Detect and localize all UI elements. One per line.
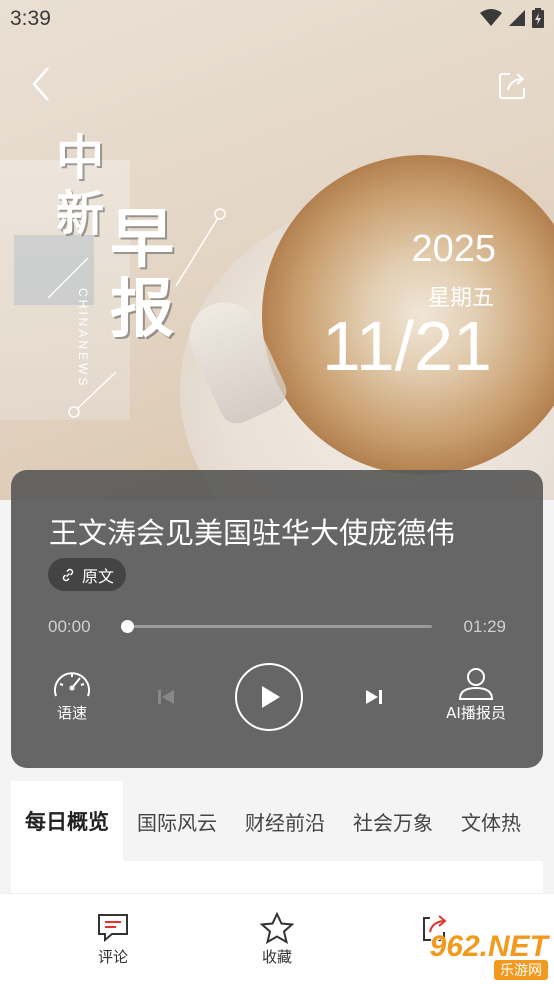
skip-previous-icon [158,690,174,704]
person-icon [458,668,494,700]
date-day: 11/21 [322,307,492,385]
share-icon [499,73,525,99]
link-icon [62,568,74,581]
battery-icon [532,8,544,28]
progress-knob[interactable] [120,620,134,633]
signal-icon [509,10,525,26]
favorite-label: 收藏 [261,948,292,966]
site-watermark: 962.NET 乐游网 [430,930,548,980]
previous-button[interactable] [153,684,179,710]
logo-lines-decoration [48,208,226,418]
tab-international[interactable]: 国际风云 [123,781,231,861]
next-button[interactable] [361,684,387,710]
progress-track[interactable] [127,625,432,628]
date-year: 2025 [411,228,496,270]
chinanews-morning-logo: 中 新 早 报 CHINANEWS [48,118,248,438]
status-icons [480,8,544,28]
comment-icon [98,914,128,943]
tab-finance[interactable]: 财经前沿 [231,781,339,861]
back-button[interactable] [24,62,64,106]
speed-button[interactable]: 语速 [49,666,95,723]
source-link-label: 原文 [82,566,115,586]
comment-label: 评论 [97,948,128,966]
watermark-sub: 乐游网 [494,960,548,980]
tab-daily-overview[interactable]: 每日概览 [11,781,123,861]
share-button[interactable] [496,68,530,102]
ai-anchor-button[interactable]: AI播报员 [443,666,509,723]
time-total: 01:29 [463,617,506,636]
tab-culture-sports[interactable]: 文体热 [447,781,535,861]
time-current: 00:00 [48,617,91,636]
play-button[interactable] [235,663,303,731]
favorite-button[interactable]: 收藏 [260,912,294,967]
comment-button[interactable]: 评论 [96,912,130,967]
status-bar: 3:39 [0,0,554,38]
star-icon [260,912,294,944]
wifi-icon [480,9,502,26]
chevron-left-icon [32,67,49,101]
category-tabs: 每日概览 国际风云 财经前沿 社会万象 文体热 [11,781,543,861]
skip-next-icon [366,690,382,704]
watermark-logo: 962.NET [429,930,548,963]
play-icon [262,686,280,708]
audio-player-card: 王文涛会见美国驻华大使庞德伟 原文 00:00 01:29 语速 AI播报员 [11,470,543,768]
ai-anchor-label: AI播报员 [446,704,506,722]
speed-label: 语速 [56,704,87,722]
tab-society[interactable]: 社会万象 [339,781,447,861]
news-title: 王文涛会见美国驻华大使庞德伟 [49,516,456,550]
speedometer-icon [54,672,90,697]
status-time: 3:39 [10,7,51,30]
bottom-action-bar: 评论 收藏 962.NET 乐游网 [0,893,554,984]
source-link-button[interactable]: 原文 [48,558,127,591]
